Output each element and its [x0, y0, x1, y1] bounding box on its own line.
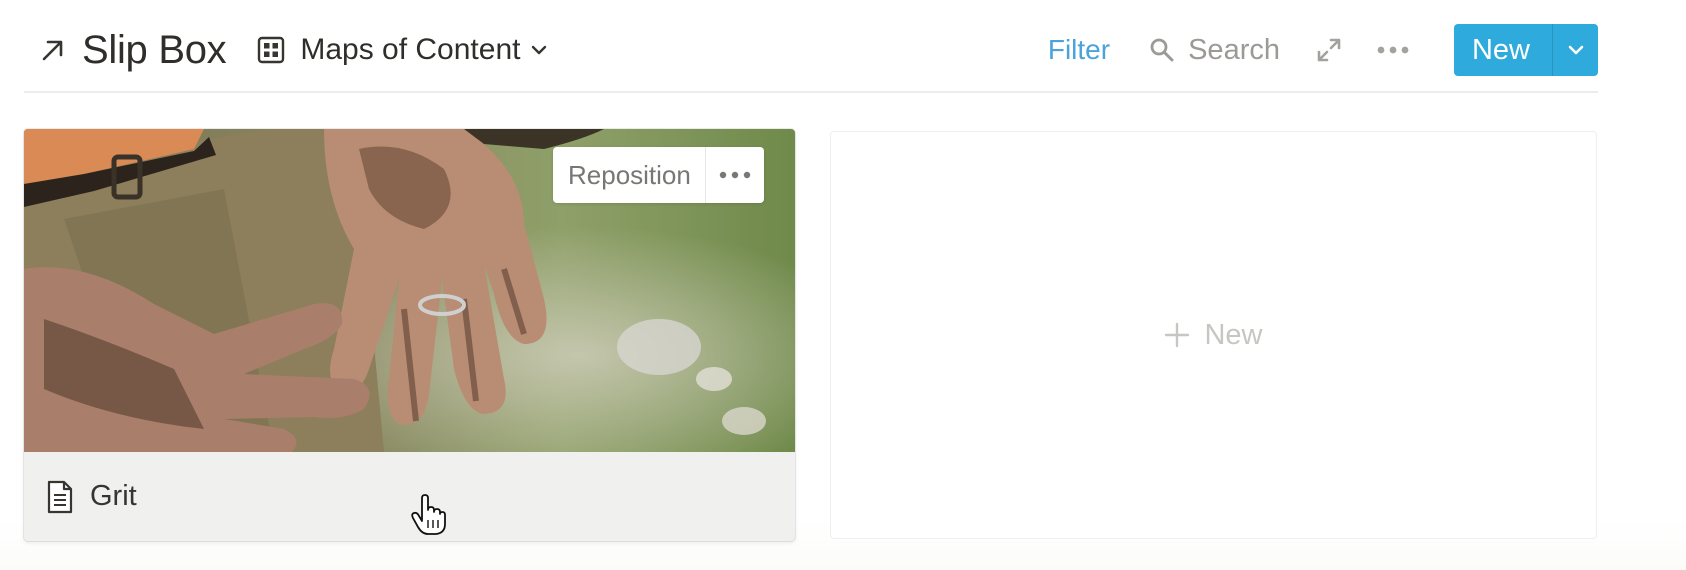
- database-title[interactable]: Slip Box: [82, 28, 227, 73]
- view-label: Maps of Content: [300, 33, 521, 66]
- more-icon[interactable]: [1376, 45, 1410, 55]
- search-icon: [1150, 38, 1174, 62]
- gallery-view-icon: [258, 36, 285, 64]
- add-new-card[interactable]: New: [830, 131, 1597, 539]
- new-button[interactable]: New: [1453, 24, 1598, 76]
- database-header: Slip Box Maps of Content Filter Search N…: [24, 10, 1598, 90]
- card-title: Grit: [90, 480, 137, 512]
- gallery-page: Slip Box Maps of Content Filter Search N…: [0, 0, 1686, 570]
- reposition-button[interactable]: Reposition: [553, 147, 706, 203]
- card-footer: Grit: [24, 452, 795, 541]
- chevron-down-icon: [532, 45, 547, 55]
- more-icon: [719, 171, 751, 179]
- add-new-card-label: New: [1164, 318, 1263, 352]
- cover-more-button[interactable]: [706, 147, 764, 203]
- expand-icon[interactable]: [1316, 37, 1342, 63]
- plus-icon: [1165, 322, 1190, 348]
- search-label: Search: [1188, 33, 1280, 66]
- chevron-down-icon: [1568, 45, 1583, 55]
- new-button-label[interactable]: New: [1454, 24, 1552, 76]
- search-button[interactable]: Search: [1148, 34, 1280, 67]
- header-divider: [24, 91, 1598, 93]
- view-switcher[interactable]: Maps of Content: [256, 33, 548, 67]
- link-arrow-icon[interactable]: [38, 35, 68, 65]
- new-dropdown-button[interactable]: [1552, 24, 1598, 76]
- page-icon: [47, 480, 73, 513]
- filter-button[interactable]: Filter: [1048, 34, 1110, 66]
- cover-actions: Reposition: [553, 147, 764, 203]
- add-new-label: New: [1204, 318, 1263, 351]
- gallery-card[interactable]: Reposition Grit: [24, 129, 795, 541]
